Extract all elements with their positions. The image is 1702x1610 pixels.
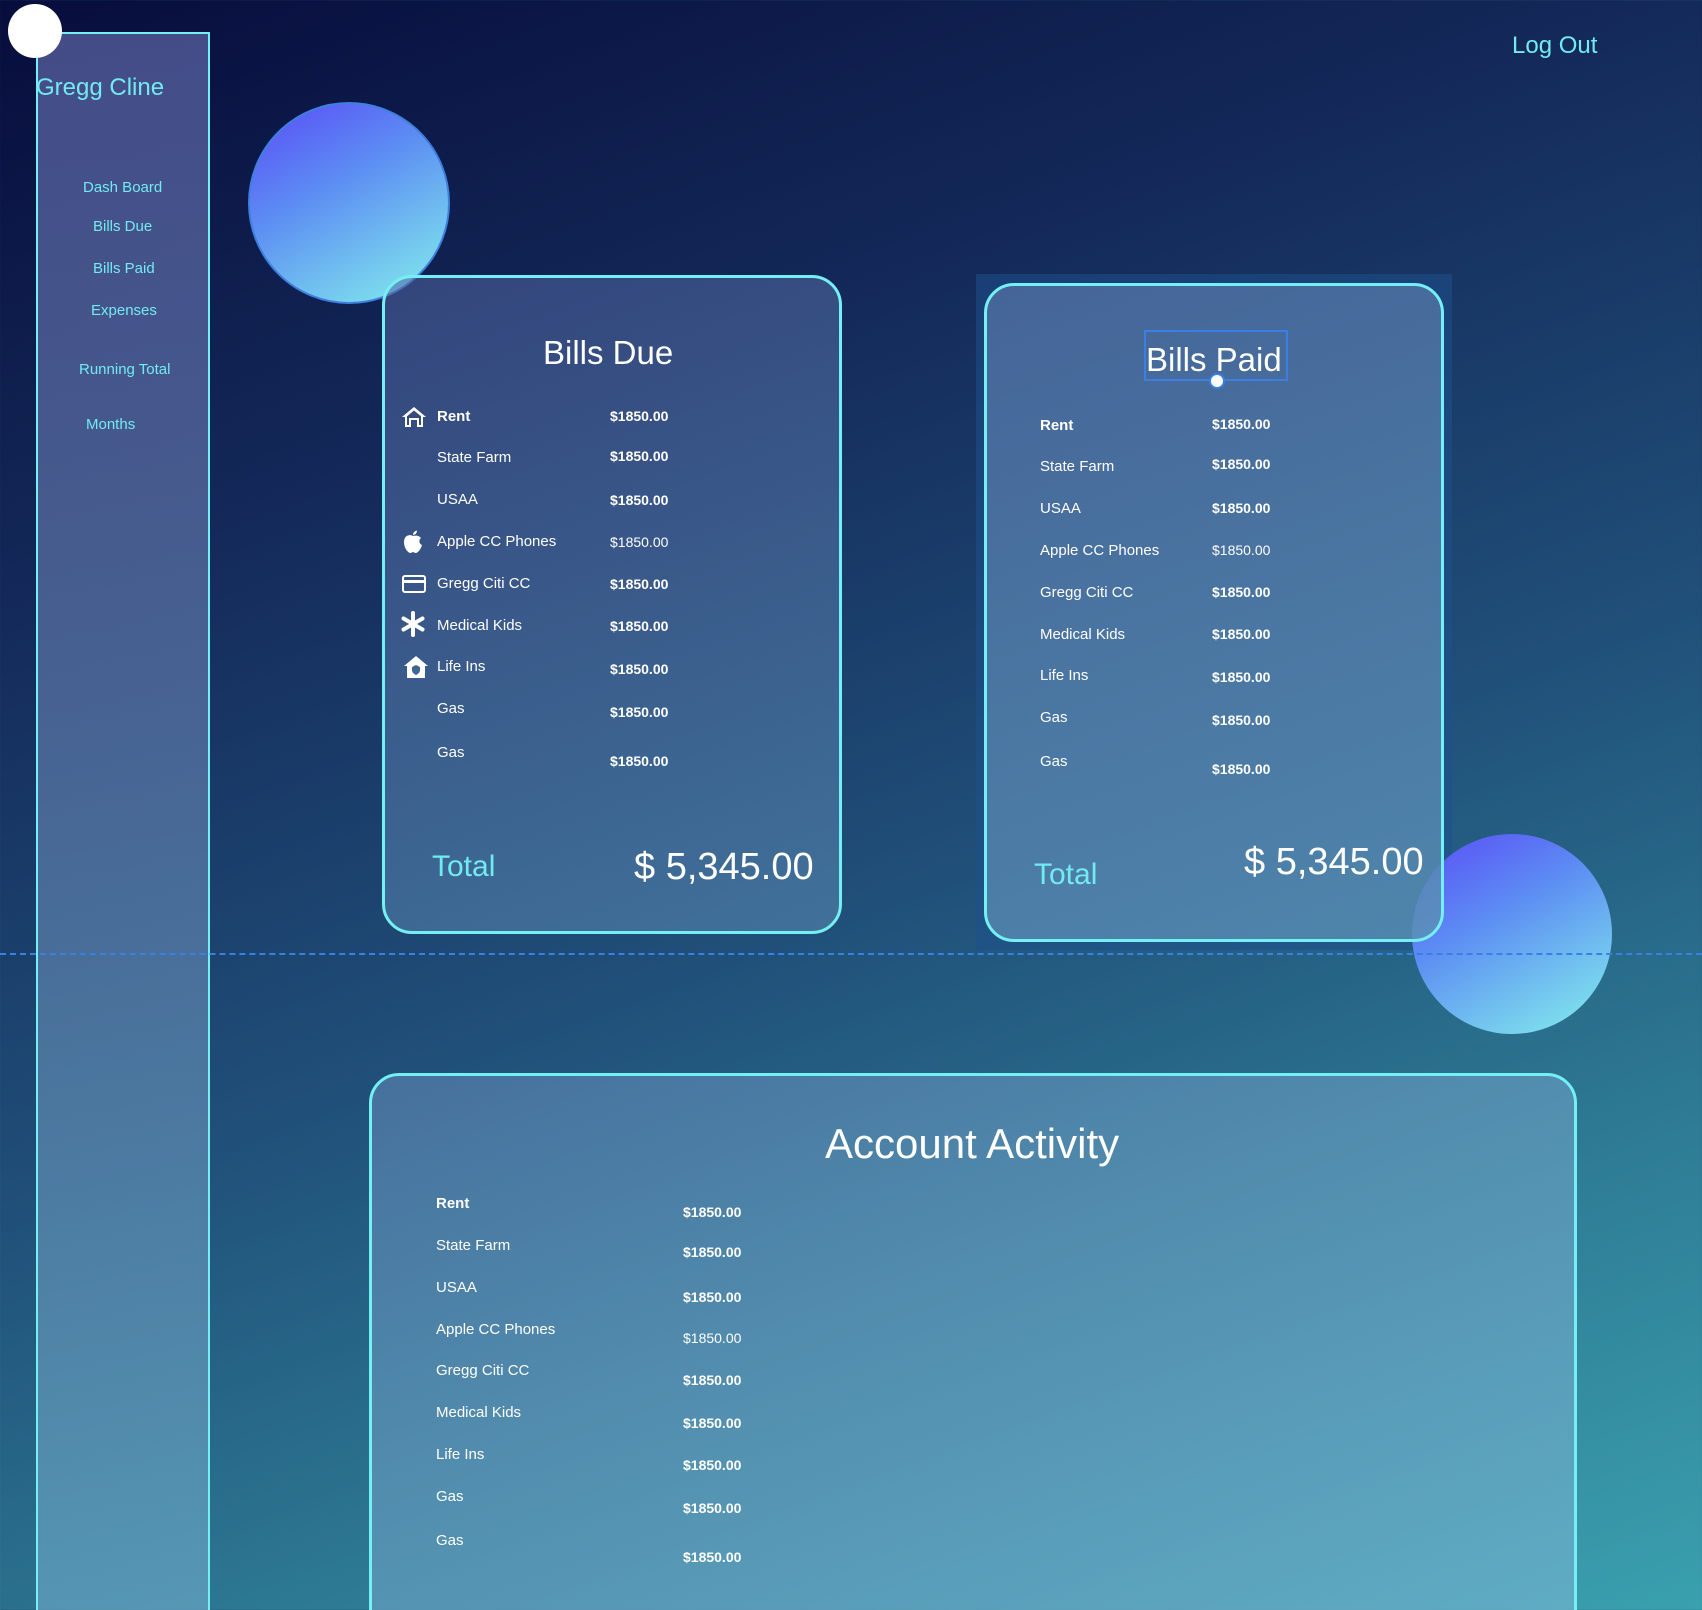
bills-due-row-amount: $1850.00 <box>610 618 669 634</box>
decorative-orb <box>248 102 450 304</box>
bills-paid-row-label: State Farm <box>1040 458 1115 475</box>
activity-row-label: Medical Kids <box>436 1404 522 1421</box>
house-shield-icon <box>403 654 429 680</box>
bills-paid-row-label: Medical Kids <box>1040 626 1126 643</box>
sidebar-item-running-total[interactable]: Running Total <box>79 361 170 378</box>
bills-paid-row-label: USAA <box>1040 500 1081 517</box>
activity-row-amount: $1850.00 <box>683 1244 742 1260</box>
avatar <box>8 4 62 58</box>
bills-due-row-label: Rent <box>437 408 471 425</box>
user-name: Gregg Cline <box>36 74 165 101</box>
asterisk-icon <box>400 611 426 637</box>
bills-due-row-label: Apple CC Phones <box>437 533 557 550</box>
bills-due-row-amount: $1850.00 <box>610 408 669 424</box>
bills-due-row-amount: $1850.00 <box>610 448 669 464</box>
bills-due-card <box>382 275 842 934</box>
bills-paid-total-amount: $ 5,345.00 <box>1244 841 1424 883</box>
bills-paid-row-amount: $1850.00 <box>1212 761 1271 777</box>
bills-due-title: Bills Due <box>543 334 674 371</box>
bills-due-row-amount: $1850.00 <box>610 534 669 550</box>
bills-due-total-amount: $ 5,345.00 <box>634 846 814 888</box>
activity-row-label: Rent <box>436 1195 470 1212</box>
bills-due-row-label: Life Ins <box>437 658 486 675</box>
bills-paid-row-amount: $1850.00 <box>1212 542 1271 558</box>
bills-due-row-label: Gas <box>437 700 465 717</box>
bills-paid-row-amount: $1850.00 <box>1212 584 1271 600</box>
bills-paid-row-amount: $1850.00 <box>1212 416 1271 432</box>
bills-due-row-label: Medical Kids <box>437 617 523 634</box>
activity-row-label: Gas <box>436 1532 464 1549</box>
sidebar-item-bills-due[interactable]: Bills Due <box>93 218 152 235</box>
activity-row-label: Life Ins <box>436 1446 485 1463</box>
bills-due-row-amount: $1850.00 <box>610 576 669 592</box>
selection-handle[interactable] <box>1209 373 1225 389</box>
bills-due-row-label: Gas <box>437 744 465 761</box>
sidebar-item-dashboard[interactable]: Dash Board <box>83 179 162 196</box>
bills-paid-row-amount: $1850.00 <box>1212 500 1271 516</box>
activity-row-label: Apple CC Phones <box>436 1321 556 1338</box>
guide-line <box>0 953 1702 955</box>
activity-row-amount: $1850.00 <box>683 1289 742 1305</box>
activity-row-label: State Farm <box>436 1237 511 1254</box>
bills-paid-row-label: Rent <box>1040 417 1074 434</box>
bills-due-row-amount: $1850.00 <box>610 753 669 769</box>
bills-due-row-amount: $1850.00 <box>610 492 669 508</box>
bills-paid-row-label: Gas <box>1040 709 1068 726</box>
bills-paid-total-label: Total <box>1034 858 1098 891</box>
sidebar-item-months[interactable]: Months <box>86 416 135 433</box>
activity-row-amount: $1850.00 <box>683 1549 742 1565</box>
activity-row-amount: $1850.00 <box>683 1330 742 1346</box>
bills-due-row-label: Gregg Citi CC <box>437 575 531 592</box>
apple-icon <box>400 529 426 555</box>
logout-link[interactable]: Log Out <box>1512 32 1597 60</box>
sidebar-item-bills-paid[interactable]: Bills Paid <box>93 260 155 277</box>
sidebar-item-expenses[interactable]: Expenses <box>91 302 157 319</box>
credit-card-icon <box>401 571 427 597</box>
activity-row-amount: $1850.00 <box>683 1204 742 1220</box>
activity-row-label: USAA <box>436 1279 477 1296</box>
activity-row-amount: $1850.00 <box>683 1500 742 1516</box>
bills-paid-row-amount: $1850.00 <box>1212 712 1271 728</box>
activity-row-label: Gregg Citi CC <box>436 1362 530 1379</box>
bills-due-row-label: USAA <box>437 491 478 508</box>
activity-row-amount: $1850.00 <box>683 1415 742 1431</box>
account-activity-title: Account Activity <box>825 1120 1120 1167</box>
bills-paid-row-label: Gregg Citi CC <box>1040 584 1134 601</box>
bills-paid-row-amount: $1850.00 <box>1212 669 1271 685</box>
activity-row-amount: $1850.00 <box>683 1457 742 1473</box>
bills-paid-row-amount: $1850.00 <box>1212 626 1271 642</box>
bills-due-row-label: State Farm <box>437 449 512 466</box>
house-icon <box>401 404 427 430</box>
activity-row-amount: $1850.00 <box>683 1372 742 1388</box>
bills-paid-row-label: Apple CC Phones <box>1040 542 1160 559</box>
activity-row-label: Gas <box>436 1488 464 1505</box>
bills-paid-row-label: Gas <box>1040 753 1068 770</box>
bills-paid-row-label: Life Ins <box>1040 667 1089 684</box>
bills-due-row-amount: $1850.00 <box>610 704 669 720</box>
bills-due-row-amount: $1850.00 <box>610 661 669 677</box>
bills-paid-row-amount: $1850.00 <box>1212 456 1271 472</box>
bills-due-total-label: Total <box>432 850 496 883</box>
